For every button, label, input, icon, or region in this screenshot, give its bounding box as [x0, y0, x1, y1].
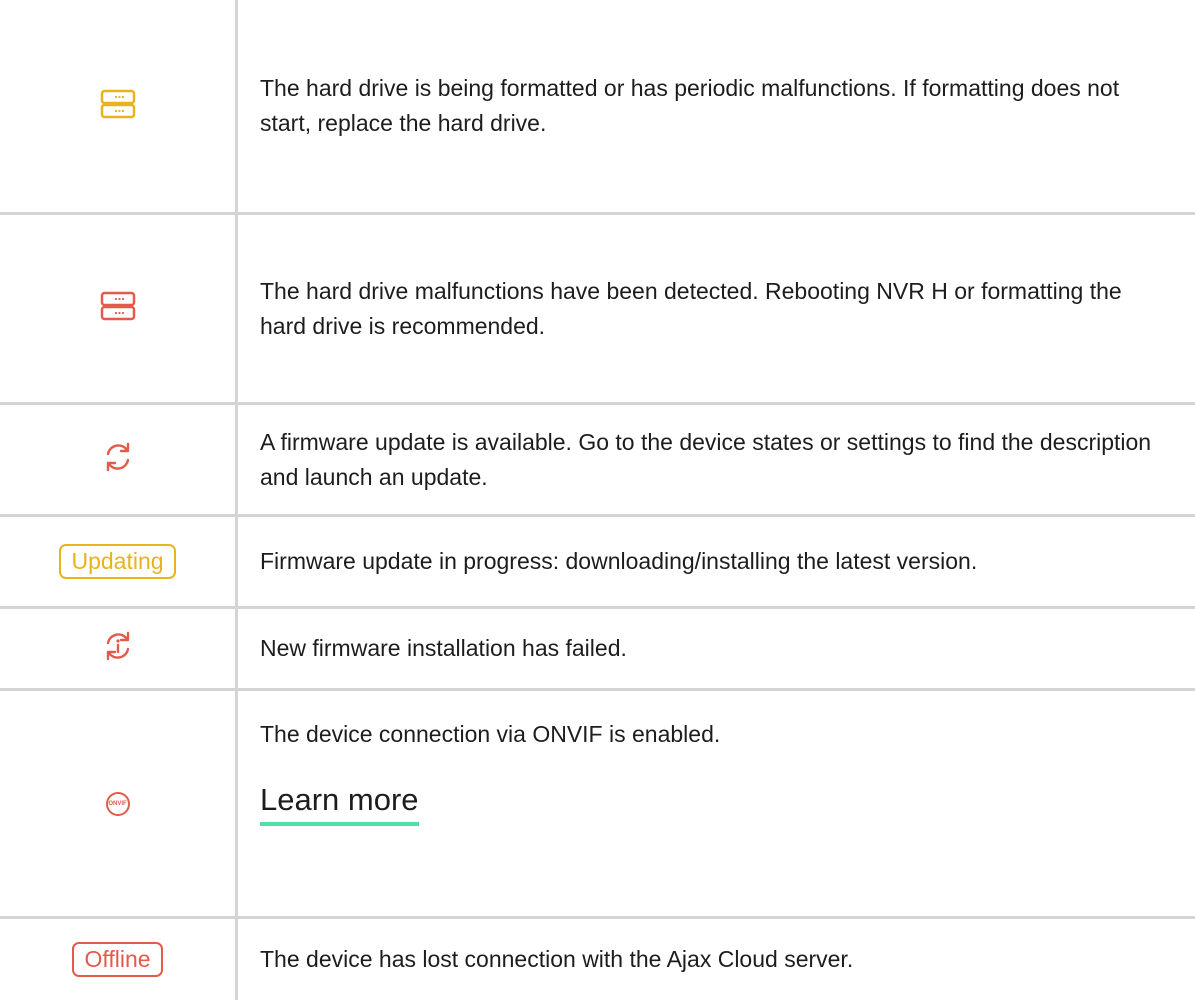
icon-cell: ONVIF: [0, 691, 235, 916]
table-row: ONVIF The device connection via ONVIF is…: [0, 691, 1195, 919]
description-cell: The hard drive malfunctions have been de…: [260, 215, 1155, 402]
icon-cell: [0, 609, 235, 688]
icon-cell: [0, 215, 235, 402]
hard-drive-icon: [100, 291, 136, 326]
hard-drive-icon: [100, 89, 136, 124]
row-description: The device connection via ONVIF is enabl…: [260, 721, 721, 747]
icon-cell: Updating: [0, 517, 235, 606]
description-cell: The device connection via ONVIF is enabl…: [260, 691, 1155, 916]
table-row: A firmware update is available. Go to th…: [0, 405, 1195, 517]
column-divider: [235, 0, 238, 1000]
status-icons-table: The hard drive is being formatted or has…: [0, 0, 1195, 1000]
row-description: Firmware update in progress: downloading…: [260, 548, 978, 574]
table-row: Offline The device has lost connection w…: [0, 919, 1195, 1000]
onvif-icon: ONVIF: [105, 791, 130, 816]
table-row: Updating Firmware update in progress: do…: [0, 517, 1195, 609]
firmware-update-icon: [102, 441, 134, 478]
description-cell: New firmware installation has failed.: [260, 609, 1155, 688]
description-cell: The device has lost connection with the …: [260, 919, 1155, 1000]
row-description: The device has lost connection with the …: [260, 946, 854, 972]
icon-cell: Offline: [0, 919, 235, 1000]
icon-cell: [0, 0, 235, 212]
firmware-failed-icon: [102, 630, 134, 667]
row-description: New firmware installation has failed.: [260, 635, 627, 661]
table-row: The hard drive is being formatted or has…: [0, 0, 1195, 215]
description-cell: A firmware update is available. Go to th…: [260, 405, 1155, 514]
row-description: The hard drive malfunctions have been de…: [260, 277, 1122, 339]
table-row: The hard drive malfunctions have been de…: [0, 215, 1195, 405]
table-row: New firmware installation has failed.: [0, 609, 1195, 691]
offline-status-badge: Offline: [72, 942, 163, 977]
description-cell: Firmware update in progress: downloading…: [260, 517, 1155, 606]
description-cell: The hard drive is being formatted or has…: [260, 0, 1155, 212]
row-description: A firmware update is available. Go to th…: [260, 428, 1152, 490]
row-description: The hard drive is being formatted or has…: [260, 75, 1120, 136]
updating-status-badge: Updating: [59, 544, 176, 579]
learn-more-link[interactable]: Learn more: [260, 782, 419, 826]
icon-cell: [0, 405, 235, 514]
